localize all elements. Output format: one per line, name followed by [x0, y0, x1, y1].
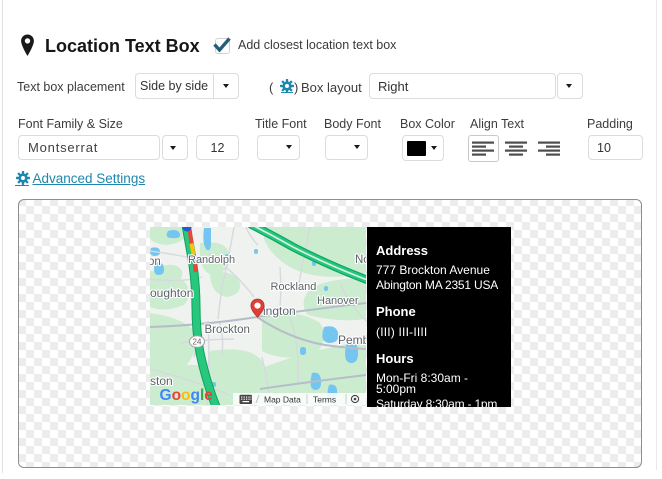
svg-text:Hanover: Hanover: [317, 295, 359, 307]
svg-text:Rockland: Rockland: [271, 281, 317, 293]
svg-text:ington: ington: [263, 304, 296, 318]
svg-text:on: on: [150, 256, 161, 268]
svg-text:Terms: Terms: [313, 395, 336, 405]
svg-text:Google: Google: [160, 387, 214, 404]
svg-text:Brockton: Brockton: [205, 324, 250, 336]
svg-text:ston: ston: [150, 374, 173, 388]
svg-text:Pemb: Pemb: [338, 333, 366, 347]
svg-text:oughton: oughton: [150, 286, 193, 300]
svg-text:No: No: [355, 254, 366, 266]
svg-text:Randolph: Randolph: [188, 254, 235, 266]
svg-text:24: 24: [193, 338, 202, 347]
svg-text:Map Data: Map Data: [264, 395, 301, 405]
